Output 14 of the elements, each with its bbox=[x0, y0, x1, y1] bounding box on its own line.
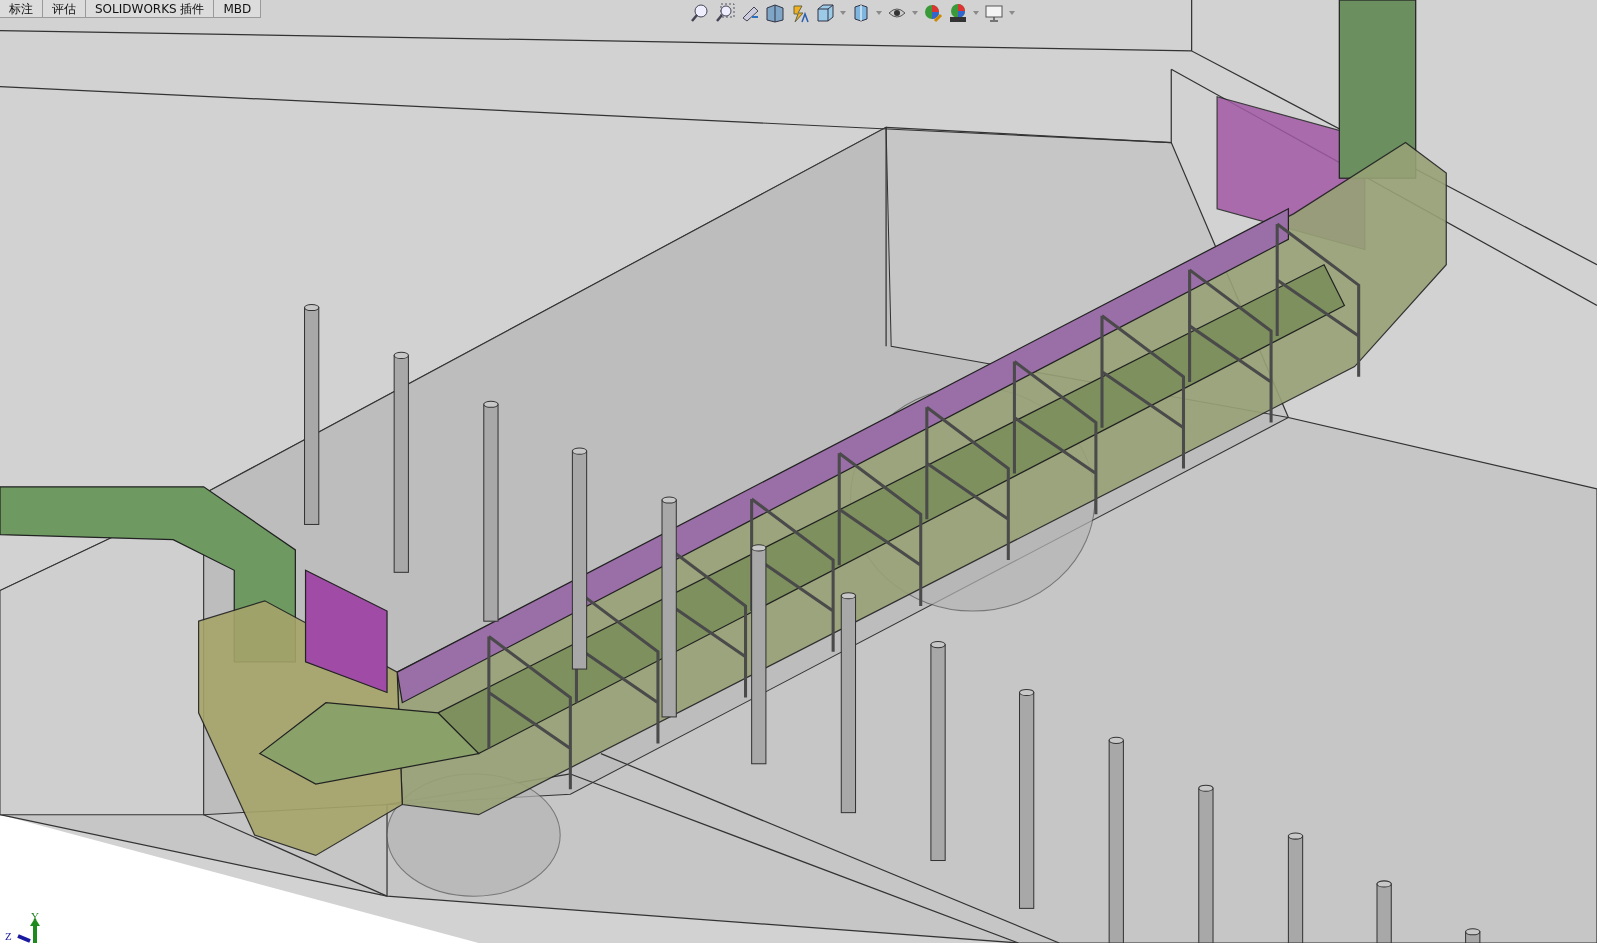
command-tab[interactable]: 评估 bbox=[43, 0, 86, 18]
cube-icon[interactable] bbox=[851, 3, 871, 23]
magnifier-icon[interactable] bbox=[715, 3, 735, 23]
cube-icon[interactable] bbox=[815, 3, 835, 23]
color-wheel-icon[interactable] bbox=[923, 3, 943, 23]
axis-label: Y bbox=[31, 910, 39, 922]
command-tab[interactable]: 标注 bbox=[0, 0, 43, 18]
command-tab[interactable]: SOLIDWORKS 插件 bbox=[86, 0, 215, 18]
magnifier-icon[interactable] bbox=[690, 3, 710, 23]
monitor-icon[interactable] bbox=[984, 3, 1004, 23]
lightning-icon[interactable] bbox=[790, 3, 810, 23]
axis-label: Z bbox=[5, 930, 12, 942]
command-tab[interactable]: MBD bbox=[214, 0, 262, 18]
color-wheel-icon[interactable] bbox=[948, 3, 968, 23]
